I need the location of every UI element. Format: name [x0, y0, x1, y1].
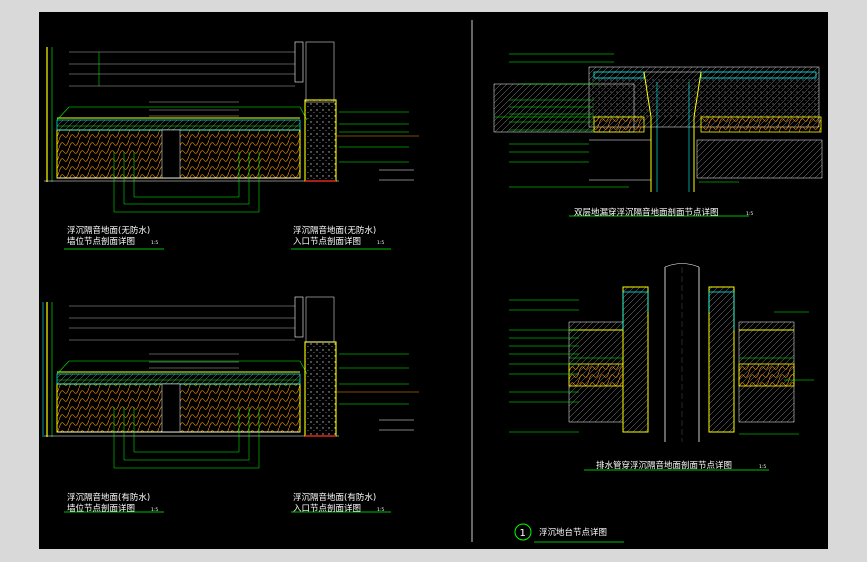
- title-5: 双层地漏穿浮沉隔音地面剖面节点详图: [574, 207, 719, 218]
- title-4: 浮沉隔音地面(有防水): [293, 492, 376, 503]
- detail-drain-pipe: [509, 263, 814, 471]
- title-2b: 入口节点剖面详图: [293, 236, 361, 247]
- scale-5: 1:5: [746, 211, 753, 217]
- detail-waterproof-wall: [42, 296, 419, 469]
- cad-drawing-canvas: 浮沉隔音地面(无防水) 墙位节点剖面详图 1:5 浮沉隔音地面(无防水) 入口节…: [39, 12, 828, 549]
- detail-no-waterproof-wall: [44, 41, 419, 213]
- scale-6: 1:5: [759, 464, 766, 470]
- title-4b: 入口节点剖面详图: [293, 503, 361, 514]
- title-3: 浮沉隔音地面(有防水): [67, 492, 150, 503]
- title-6: 排水管穿浮沉隔音地面剖面节点详图: [596, 460, 732, 471]
- scale-4: 1:5: [377, 507, 384, 513]
- scale-1: 1:5: [151, 240, 158, 246]
- title-1b: 墙位节点剖面详图: [67, 236, 135, 247]
- title-3b: 墙位节点剖面详图: [67, 503, 135, 514]
- title-1: 浮沉隔音地面(无防水): [67, 225, 150, 236]
- scale-3: 1:5: [151, 507, 158, 513]
- index-number: 1: [520, 528, 526, 539]
- title-2: 浮沉隔音地面(无防水): [293, 225, 376, 236]
- detail-floor-drain: [493, 53, 823, 217]
- scale-2: 1:5: [377, 240, 384, 246]
- cad-drawing: 浮沉隔音地面(无防水) 墙位节点剖面详图 1:5 浮沉隔音地面(无防水) 入口节…: [42, 20, 823, 543]
- index-title: 浮沉地台节点详图: [539, 527, 607, 538]
